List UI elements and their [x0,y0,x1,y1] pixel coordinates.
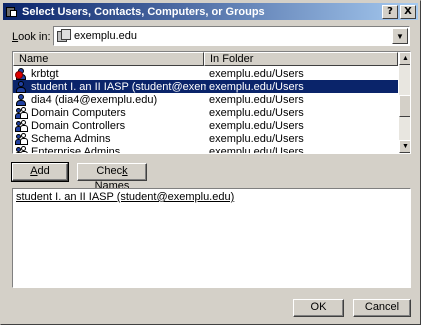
results-list[interactable]: Name In Folder krbtgt exemplu.edu/Users st… [12,51,411,154]
scroll-up-icon[interactable]: ▲ [399,52,410,65]
list-item[interactable]: krbtgt exemplu.edu/Users [13,67,398,80]
list-item-name: Domain Computers [31,106,126,119]
list-item-name-cell: dia4 (dia4@exemplu.edu) [13,93,206,106]
check-names-accel: k [122,165,128,177]
list-item-name: dia4 (dia4@exemplu.edu) [31,93,158,106]
list-item-name: Enterprise Admins [31,145,121,154]
vertical-scrollbar[interactable]: ▲ ▼ [399,52,410,153]
list-item-name: Schema Admins [31,132,111,145]
title-bar[interactable]: Select Users, Contacts, Computers, or Gr… [3,3,418,20]
group-icon [15,132,28,145]
column-header-folder[interactable]: In Folder [204,52,398,66]
scroll-thumb[interactable] [399,95,410,117]
list-item-folder: exemplu.edu/Users [209,132,304,145]
chevron-down-icon[interactable]: ▼ [392,28,408,44]
list-header: Name In Folder [13,52,398,66]
list-item-name-cell: Domain Computers [13,106,206,119]
list-item-folder: exemplu.edu/Users [209,67,304,80]
look-in-value: exemplu.edu [74,30,137,42]
ok-button[interactable]: OK [293,299,344,317]
list-item-name: student I. an II IASP (student@exemplu.e… [30,80,206,93]
list-item-folder: exemplu.edu/Users [209,106,304,119]
user-icon [15,93,28,106]
look-in-label-rest: ook in: [18,31,51,43]
group-icon [15,106,28,119]
group-icon [15,119,28,132]
list-item-folder: exemplu.edu/Users [209,145,304,154]
check-names-button[interactable]: Check Names [77,163,147,192]
list-item[interactable]: Domain Controllers exemplu.edu/Users [13,119,398,132]
list-item-name-cell: student I. an II IASP (student@exemplu.e… [13,80,206,93]
help-button[interactable]: ? [382,4,398,19]
list-item[interactable]: student I. an II IASP (student@exemplu.e… [13,80,398,93]
window-title: Select Users, Contacts, Computers, or Gr… [22,5,265,18]
check-names-label-a: Chec [96,165,123,177]
close-button[interactable]: X [400,4,416,19]
list-rows: krbtgt exemplu.edu/Users student I. an II … [13,67,398,154]
list-item-folder: exemplu.edu/Users [209,93,304,106]
look-in-label: Look in: [12,31,51,43]
column-header-name[interactable]: Name [13,52,204,66]
list-item[interactable]: Enterprise Admins exemplu.edu/Users [13,145,398,154]
list-item-name: krbtgt [31,67,59,80]
user-icon [15,80,28,93]
list-item[interactable]: dia4 (dia4@exemplu.edu) exemplu.edu/Users [13,93,398,106]
domain-icon [57,29,71,43]
dialog-icon [5,5,19,19]
list-item-name-cell: krbtgt [13,67,206,80]
list-item-name-cell: Domain Controllers [13,119,206,132]
add-button-label: dd [37,165,50,177]
dialog-window: Select Users, Contacts, Computers, or Gr… [0,0,421,325]
disabled-user-icon [15,67,28,80]
scroll-down-icon[interactable]: ▼ [399,140,410,153]
selected-object-entry[interactable]: student I. an II IASP (student@exemplu.e… [16,191,234,203]
group-icon [15,145,28,153]
cancel-button[interactable]: Cancel [353,299,411,317]
list-item-name-cell: Schema Admins [13,132,206,145]
selected-objects-box[interactable]: student I. an II IASP (student@exemplu.e… [12,188,411,288]
add-button[interactable]: Add [11,162,69,182]
list-item-folder: exemplu.edu/Users [206,80,398,93]
add-button-accel: A [30,165,38,177]
look-in-dropdown[interactable]: exemplu.edu ▼ [53,26,410,46]
list-item[interactable]: Schema Admins exemplu.edu/Users [13,132,398,145]
list-item-folder: exemplu.edu/Users [209,119,304,132]
list-item[interactable]: Domain Computers exemplu.edu/Users [13,106,398,119]
list-item-name-cell: Enterprise Admins [13,145,206,154]
list-item-name: Domain Controllers [31,119,126,132]
